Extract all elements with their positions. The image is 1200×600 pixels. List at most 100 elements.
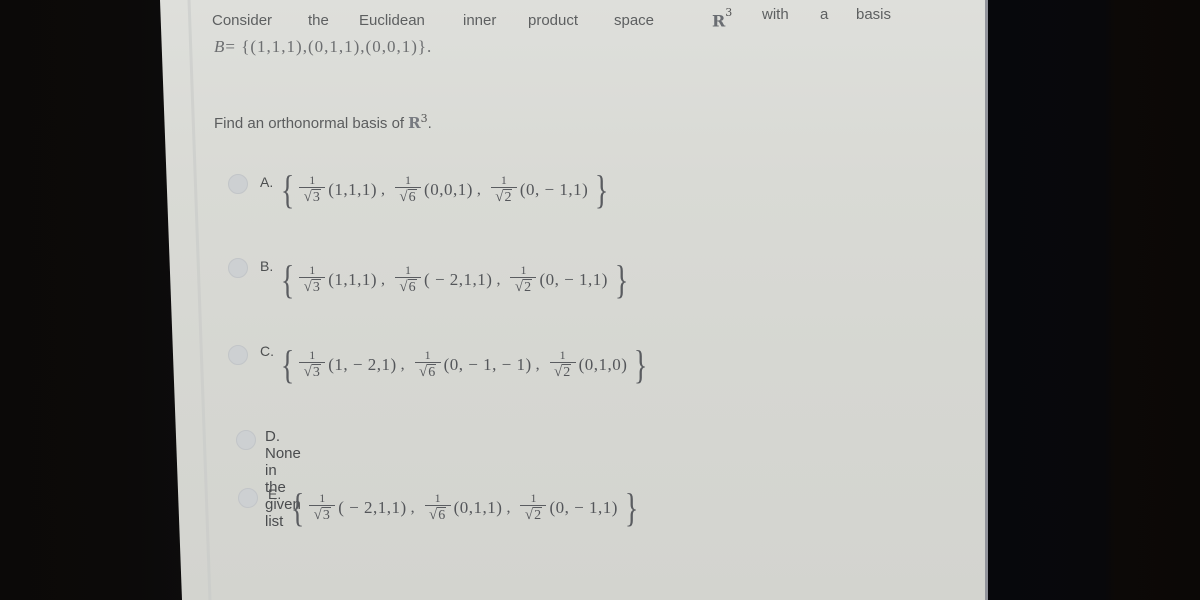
denominator: √6 bbox=[429, 507, 447, 523]
basis-term: 1 √6 (0,0,1), bbox=[395, 173, 489, 207]
numerator: 1 bbox=[395, 263, 422, 278]
denominator: √2 bbox=[554, 364, 572, 380]
prompt-text: Find an orthonormal basis of bbox=[214, 115, 405, 132]
radio-button[interactable] bbox=[228, 345, 248, 365]
basis-definition: B= {(1,1,1),(0,1,1),(0,0,1)}. bbox=[214, 37, 432, 57]
fraction: 1 √3 bbox=[299, 263, 326, 297]
numerator: 1 bbox=[424, 491, 451, 506]
numerator: 1 bbox=[299, 348, 326, 363]
intro-word: with bbox=[762, 6, 789, 23]
fraction: 1 √3 bbox=[299, 348, 326, 382]
vector: (1,1,1) bbox=[328, 270, 378, 289]
radio-button[interactable] bbox=[228, 258, 248, 278]
basis-set: = {(1,1,1),(0,1,1),(0,0,1)}. bbox=[225, 37, 433, 56]
radio-button[interactable] bbox=[238, 488, 258, 508]
vector: (0, − 1, − 1) bbox=[443, 355, 532, 374]
separator: , bbox=[506, 499, 511, 516]
fraction: 1 √2 bbox=[490, 173, 517, 207]
fraction: 1 √6 bbox=[395, 173, 422, 207]
separator: , bbox=[535, 356, 540, 373]
separator: , bbox=[381, 271, 386, 288]
real-space-symbol: R3 bbox=[712, 6, 733, 31]
open-brace: { bbox=[280, 167, 295, 212]
basis-term: 1 √3 (1,1,1), bbox=[299, 263, 393, 297]
option-math: { 1 √3 (1,1,1), 1 √6 (0,0,1), 1 √2 (0, − 1,… bbox=[276, 160, 613, 220]
basis-term: 1 √6 (0,1,1), bbox=[424, 491, 519, 525]
intro-word: space bbox=[614, 12, 655, 29]
vector: (0, − 1,1) bbox=[519, 180, 589, 199]
basis-variable: B bbox=[214, 37, 226, 56]
fraction: 1 √3 bbox=[309, 491, 336, 525]
intro-word: Consider bbox=[212, 12, 273, 29]
numerator: 1 bbox=[510, 263, 537, 278]
intro-word: inner bbox=[463, 12, 497, 29]
separator: , bbox=[410, 499, 415, 516]
option-math: { 1 √3 (1,1,1), 1 √6 ( − 2,1,1), 1 √2 (0, −… bbox=[276, 250, 633, 310]
basis-term: 1 √2 (0, − 1,1) bbox=[520, 491, 617, 525]
radio-button[interactable] bbox=[228, 174, 248, 194]
option-math: { 1 √3 (1, − 2,1), 1 √6 (0, − 1, − 1), 1 √2… bbox=[276, 335, 653, 395]
basis-term: 1 √3 (1,1,1), bbox=[299, 173, 393, 207]
close-brace: } bbox=[624, 485, 639, 530]
question-panel: Consider the Euclidean inner product spa… bbox=[0, 0, 1200, 600]
vector: ( − 2,1,1) bbox=[338, 498, 407, 517]
separator: , bbox=[496, 271, 501, 288]
basis-term: 1 √2 (0, − 1,1) bbox=[510, 263, 607, 297]
vector: ( − 2,1,1) bbox=[424, 270, 493, 289]
option-math: { 1 √3 ( − 2,1,1), 1 √6 (0,1,1), 1 √2 (0, −… bbox=[286, 478, 643, 538]
option-letter: E. bbox=[268, 486, 282, 502]
numerator: 1 bbox=[414, 348, 441, 363]
open-brace: { bbox=[280, 342, 295, 387]
denominator: √2 bbox=[514, 279, 533, 295]
fraction: 1 √2 bbox=[510, 263, 537, 297]
option-letter: C. bbox=[260, 343, 274, 359]
fraction: 1 √6 bbox=[414, 348, 441, 382]
denominator: √3 bbox=[303, 189, 321, 205]
fraction: 1 √6 bbox=[395, 263, 422, 297]
denominator: √6 bbox=[399, 189, 417, 205]
close-brace: } bbox=[634, 342, 648, 387]
fraction: 1 √3 bbox=[299, 173, 326, 207]
question-intro: Consider the Euclidean inner product spa… bbox=[212, 6, 912, 34]
numerator: 1 bbox=[299, 173, 326, 188]
numerator: 1 bbox=[549, 348, 576, 363]
basis-term: 1 √3 ( − 2,1,1), bbox=[309, 491, 422, 525]
basis-term: 1 √6 ( − 2,1,1), bbox=[395, 263, 508, 297]
numerator: 1 bbox=[395, 173, 422, 188]
close-brace: } bbox=[595, 167, 609, 212]
fraction: 1 √2 bbox=[549, 348, 576, 382]
separator: , bbox=[400, 356, 405, 373]
numerator: 1 bbox=[309, 491, 336, 506]
separator: , bbox=[476, 181, 481, 198]
basis-term: 1 √3 (1, − 2,1), bbox=[299, 348, 412, 382]
close-brace: } bbox=[614, 257, 629, 302]
vector: (1,1,1) bbox=[328, 180, 378, 199]
vector: (1, − 2,1) bbox=[328, 355, 397, 374]
vector: (0,0,1) bbox=[424, 180, 473, 199]
open-brace: { bbox=[280, 257, 295, 302]
intro-word: a bbox=[820, 6, 829, 23]
numerator: 1 bbox=[299, 263, 326, 278]
radio-button[interactable] bbox=[236, 430, 256, 450]
option-letter: B. bbox=[260, 258, 274, 274]
option-letter: A. bbox=[260, 174, 274, 190]
separator: , bbox=[381, 181, 386, 198]
denominator: √6 bbox=[419, 364, 437, 380]
denominator: √6 bbox=[399, 279, 417, 295]
vector: (0,1,0) bbox=[578, 355, 628, 374]
question-prompt: Find an orthonormal basis of R3. bbox=[214, 112, 432, 132]
prompt-period: . bbox=[427, 115, 432, 132]
denominator: √2 bbox=[495, 189, 513, 205]
basis-term: 1 √2 (0, − 1,1) bbox=[490, 173, 589, 207]
intro-word: basis bbox=[856, 6, 892, 23]
vector: (0, − 1,1) bbox=[539, 270, 608, 289]
basis-term: 1 √2 (0,1,0) bbox=[549, 348, 628, 382]
fraction: 1 √2 bbox=[520, 491, 547, 525]
vector: (0, − 1,1) bbox=[549, 498, 618, 517]
denominator: √3 bbox=[303, 279, 321, 295]
denominator: √3 bbox=[313, 507, 331, 523]
open-brace: { bbox=[290, 485, 305, 530]
basis-term: 1 √6 (0, − 1, − 1), bbox=[414, 348, 548, 382]
numerator: 1 bbox=[490, 173, 517, 188]
intro-word: Euclidean bbox=[359, 12, 425, 29]
